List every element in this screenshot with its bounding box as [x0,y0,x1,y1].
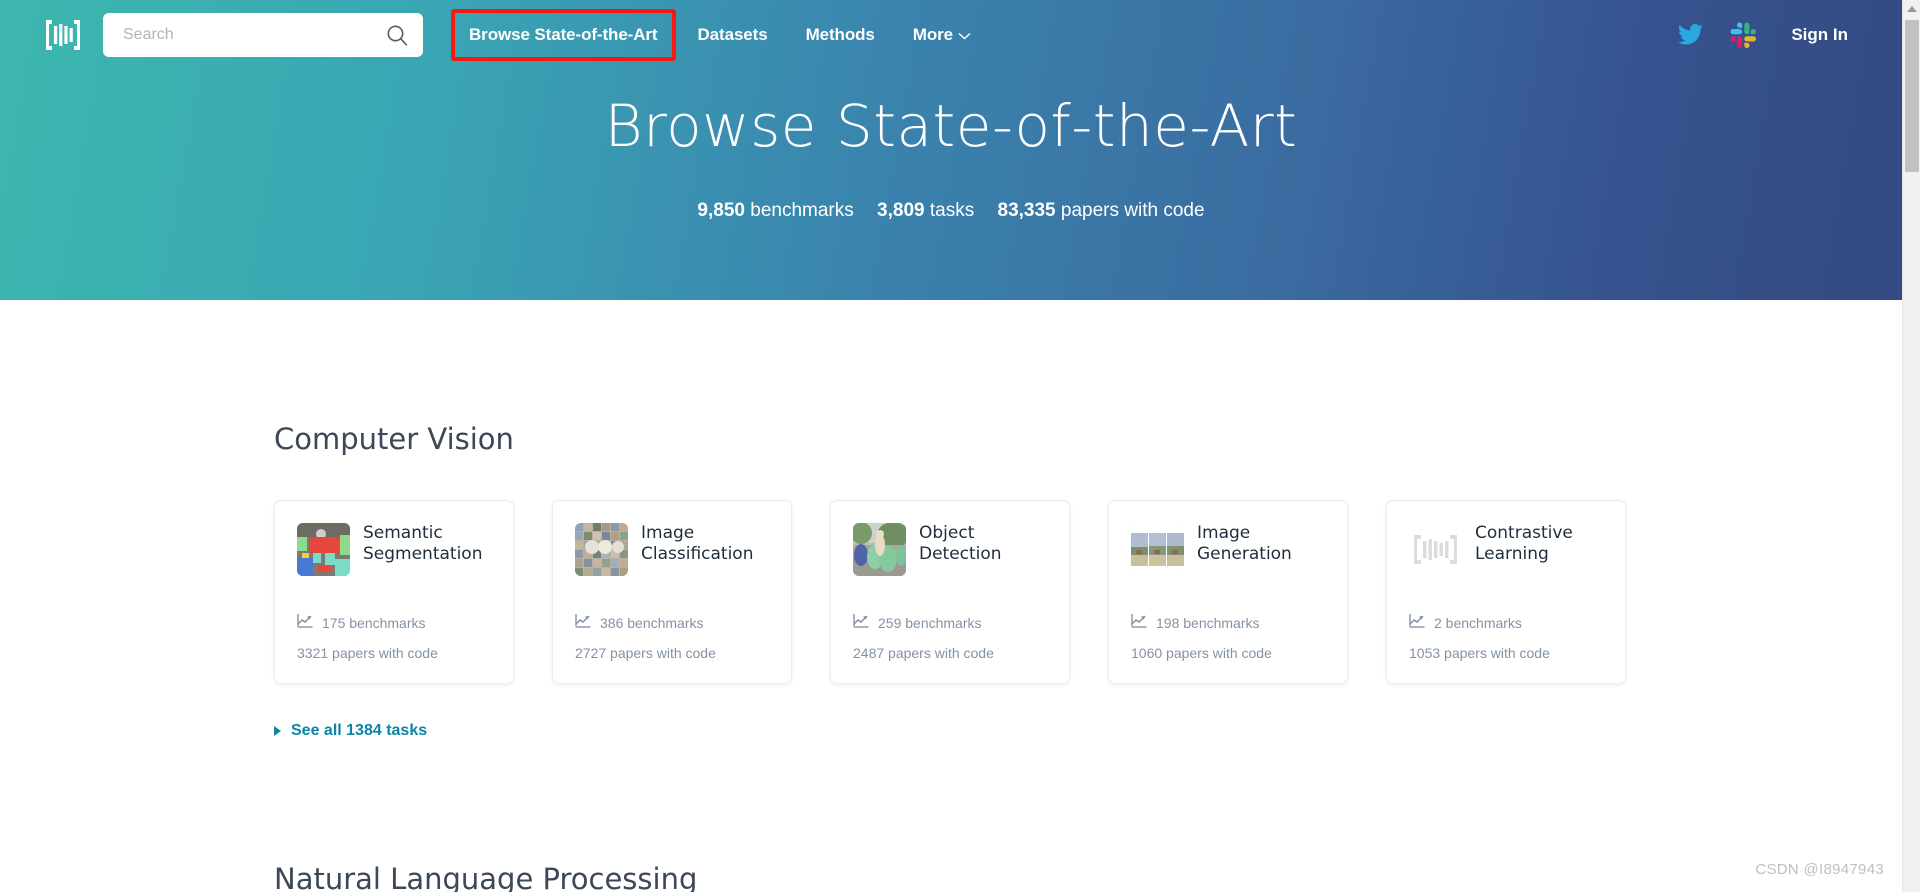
chart-line-icon [575,614,591,631]
task-card-benchmarks-label: 175 benchmarks [322,614,426,631]
task-card-header: Image Generation [1131,523,1327,576]
section-title-nlp: Natural Language Processing [274,862,698,892]
task-card-papers: 1053 papers with code [1409,645,1550,661]
nav-methods[interactable]: Methods [806,25,875,45]
triangle-right-icon [274,726,281,736]
nav-links: Browse State-of-the-Art Datasets Methods… [451,9,1009,61]
chevron-down-icon [958,25,971,45]
task-card-benchmarks-label: 259 benchmarks [878,614,982,631]
chart-line-icon [1131,614,1147,631]
task-card-header: Image Classification [575,523,771,576]
nav-right-group: Sign In [1678,22,1848,49]
image-generation-thumbnail-icon [1131,523,1184,576]
section-title-computer-vision: Computer Vision [274,422,514,456]
chart-line-icon [297,614,313,631]
task-card-papers: 1060 papers with code [1131,645,1272,661]
contrastive-learning-thumbnail-icon [1409,523,1462,576]
object-detection-thumbnail-icon [853,523,906,576]
sign-in-link[interactable]: Sign In [1791,25,1848,45]
stat-papers-label: papers with code [1060,200,1205,221]
hero-stats: 9,850 benchmarks 3,809 tasks 83,335 pape… [0,200,1902,222]
slack-icon[interactable] [1730,22,1757,49]
task-card-benchmarks: 2 benchmarks [1409,614,1522,631]
task-card-title: Object Detection [919,523,1002,564]
stat-benchmarks-number: 9,850 [697,200,745,221]
task-card-papers: 3321 papers with code [297,645,438,661]
task-card-title: Image Classification [641,523,754,564]
main-content: Computer Vision Semantic Segmentation 17… [0,300,1902,892]
hero-banner: Browse State-of-the-Art Datasets Methods… [0,0,1902,300]
stat-tasks-label: tasks [929,200,975,221]
semantic-segmentation-thumbnail-icon [297,523,350,576]
task-card-benchmarks-label: 198 benchmarks [1156,614,1260,631]
task-card-benchmarks-label: 386 benchmarks [600,614,704,631]
nav-more[interactable]: More [913,25,971,45]
page-title: Browse State-of-the-Art [604,92,1298,160]
task-card-title: Contrastive Learning [1475,523,1573,564]
task-card[interactable]: Semantic Segmentation 175 benchmarks 332… [274,500,514,684]
image-classification-thumbnail-icon [575,523,628,576]
search-container [103,13,423,57]
search-input[interactable] [103,13,423,57]
task-card-benchmarks: 259 benchmarks [853,614,982,631]
task-card-title: Semantic Segmentation [363,523,483,564]
nav-browse-sota[interactable]: Browse State-of-the-Art [451,9,676,61]
task-card[interactable]: Image Classification 386 benchmarks 2727… [552,500,792,684]
see-all-tasks-label: See all 1384 tasks [291,722,428,739]
stat-papers: 83,335 papers with code [998,200,1205,221]
task-card-benchmarks: 198 benchmarks [1131,614,1260,631]
chart-line-icon [853,614,869,631]
task-card-header: Contrastive Learning [1409,523,1605,576]
task-card-papers: 2727 papers with code [575,645,716,661]
top-navbar: Browse State-of-the-Art Datasets Methods… [0,0,1902,70]
scroll-up-arrow-icon[interactable] [1903,0,1920,18]
stat-papers-number: 83,335 [997,200,1056,221]
page-scrollbar[interactable] [1902,0,1920,892]
task-card-header: Semantic Segmentation [297,523,493,576]
task-card-benchmarks: 386 benchmarks [575,614,704,631]
stat-benchmarks-label: benchmarks [750,200,854,221]
task-card-header: Object Detection [853,523,1049,576]
task-card-title: Image Generation [1197,523,1292,564]
task-card[interactable]: Object Detection 259 benchmarks 2487 pap… [830,500,1070,684]
see-all-tasks-link[interactable]: See all 1384 tasks [274,722,427,740]
nav-datasets[interactable]: Datasets [698,25,768,45]
stat-tasks-number: 3,809 [877,200,925,221]
csdn-watermark: CSDN @I8947943 [1755,861,1884,878]
page-root: Browse State-of-the-Art Datasets Methods… [0,0,1920,892]
chart-line-icon [1409,614,1425,631]
twitter-bird-icon[interactable] [1678,24,1704,46]
paperswithcode-brackets-logo-icon[interactable] [45,18,81,52]
nav-more-label: More [912,25,953,44]
task-card-grid: Semantic Segmentation 175 benchmarks 332… [274,500,1902,684]
task-card-papers: 2487 papers with code [853,645,994,661]
stat-tasks: 3,809 tasks [877,200,974,221]
task-card-benchmarks-label: 2 benchmarks [1434,614,1522,631]
task-card[interactable]: Image Generation 198 benchmarks 1060 pap… [1108,500,1348,684]
scrollbar-thumb[interactable] [1905,20,1919,172]
stat-benchmarks: 9,850 benchmarks [697,200,853,221]
task-card-benchmarks: 175 benchmarks [297,614,426,631]
task-card[interactable]: Contrastive Learning 2 benchmarks 1053 p… [1386,500,1626,684]
